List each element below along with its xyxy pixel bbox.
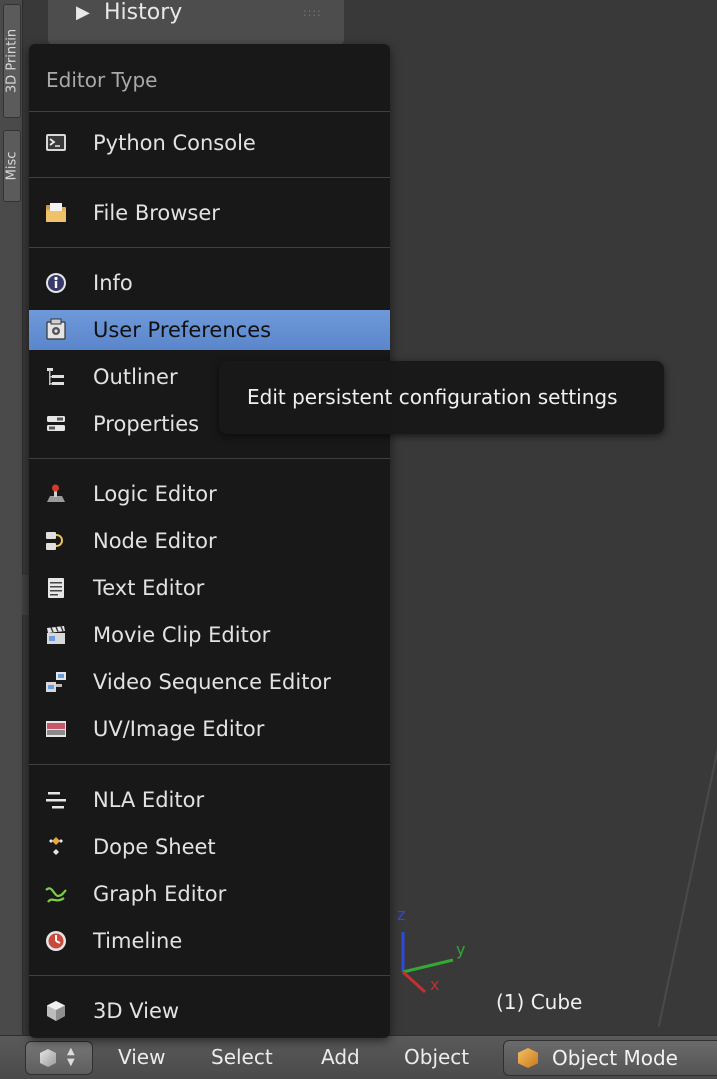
- select-menu[interactable]: Select: [211, 1041, 273, 1073]
- menu-item-label: Graph Editor: [93, 882, 227, 906]
- properties-icon: [47, 416, 65, 431]
- menu-item-dope-sheet[interactable]: Dope Sheet: [29, 827, 390, 867]
- menu-item-label: File Browser: [93, 201, 220, 225]
- menu-title: Editor Type: [46, 68, 158, 92]
- user-preferences-icon: [46, 318, 66, 340]
- menu-item-label: Properties: [93, 412, 200, 436]
- add-menu[interactable]: Add: [321, 1041, 360, 1073]
- expand-triangle-icon[interactable]: ▶: [76, 2, 90, 23]
- movie-clip-editor-icon: [47, 626, 65, 644]
- menu-separator: [29, 177, 390, 178]
- menu-separator: [29, 458, 390, 459]
- object-mode-label: Object Mode: [552, 1046, 678, 1070]
- editor-type-menu: Editor Type Python Console File Browser: [29, 44, 390, 1038]
- nla-editor-icon: [46, 792, 66, 809]
- menu-item-label: User Preferences: [93, 318, 272, 342]
- menu-item-timeline[interactable]: Timeline: [29, 921, 390, 961]
- video-sequence-editor-icon: [46, 672, 66, 692]
- view-menu[interactable]: View: [118, 1041, 165, 1073]
- menu-item-label: Text Editor: [93, 576, 205, 600]
- y-axis-label: y: [456, 940, 466, 959]
- history-panel-title: History: [104, 0, 183, 25]
- menu-separator: [29, 111, 390, 112]
- menu-item-label: UV/Image Editor: [93, 717, 265, 741]
- chevron-up-down-icon: ▲ ▼: [67, 1046, 75, 1068]
- object-menu[interactable]: Object: [404, 1041, 469, 1073]
- menu-item-label: Timeline: [93, 929, 183, 953]
- menu-item-text-editor[interactable]: Text Editor: [29, 568, 390, 608]
- tab-misc-label: Misc: [4, 151, 20, 181]
- dope-sheet-icon: [49, 837, 63, 855]
- uv-image-editor-icon: [46, 721, 66, 737]
- menu-item-label: Info: [93, 271, 133, 295]
- menu-item-label: Movie Clip Editor: [93, 623, 271, 647]
- tab-misc[interactable]: Misc: [3, 130, 21, 202]
- 3d-view-icon: [47, 1001, 65, 1021]
- history-panel-header[interactable]: ▶ History ::::: [48, 0, 344, 44]
- menu-separator: [29, 975, 390, 976]
- menu-item-label: Node Editor: [93, 529, 217, 553]
- viewport-header: ▲ ▼ View Select Add Object Object Mode: [0, 1035, 717, 1079]
- object-mode-icon: [518, 1048, 538, 1068]
- menu-item-label: Python Console: [93, 131, 256, 155]
- menu-item-movie-clip-editor[interactable]: Movie Clip Editor: [29, 615, 390, 655]
- tab-3d-printing-label: 3D Printin: [4, 28, 20, 94]
- menu-item-python-console[interactable]: Python Console: [29, 123, 390, 163]
- menu-item-nla-editor[interactable]: NLA Editor: [29, 780, 390, 820]
- timeline-icon: [46, 931, 66, 951]
- menu-separator: [29, 764, 390, 765]
- menu-item-user-preferences[interactable]: User Preferences: [29, 310, 390, 350]
- menu-item-label: 3D View: [93, 999, 180, 1023]
- grid-line: [657, 723, 717, 1027]
- node-editor-icon: [46, 532, 63, 550]
- menu-item-label: Dope Sheet: [93, 835, 216, 859]
- menu-separator: [29, 247, 390, 248]
- menu-item-label: Logic Editor: [93, 482, 217, 506]
- x-axis-label: x: [430, 975, 440, 994]
- drag-grip-icon[interactable]: ::::: [303, 6, 322, 19]
- logic-editor-icon: [47, 484, 65, 502]
- graph-editor-icon: [45, 887, 67, 903]
- menu-item-file-browser[interactable]: File Browser: [29, 193, 390, 233]
- menu-item-logic-editor[interactable]: Logic Editor: [29, 474, 390, 514]
- text-editor-icon: [48, 578, 64, 598]
- menu-item-video-sequence-editor[interactable]: Video Sequence Editor: [29, 662, 390, 702]
- object-mode-dropdown[interactable]: Object Mode: [503, 1040, 717, 1076]
- editor-type-button[interactable]: ▲ ▼: [25, 1041, 93, 1075]
- z-axis-label: z: [397, 905, 406, 924]
- python-console-icon: [46, 134, 66, 151]
- y-axis-line: [402, 958, 454, 974]
- tab-3d-printing[interactable]: 3D Printin: [3, 4, 21, 118]
- menu-item-info[interactable]: Info: [29, 263, 390, 303]
- active-object-label: (1) Cube: [496, 990, 583, 1014]
- menu-item-graph-editor[interactable]: Graph Editor: [29, 874, 390, 914]
- tooltip: Edit persistent configuration settings: [219, 361, 664, 434]
- info-icon: [46, 273, 66, 293]
- menu-item-uv-image-editor[interactable]: UV/Image Editor: [29, 709, 390, 749]
- menu-item-label: Video Sequence Editor: [93, 670, 331, 694]
- menu-item-label: NLA Editor: [93, 788, 205, 812]
- file-browser-icon: [46, 203, 66, 222]
- x-axis-line: [401, 970, 427, 994]
- tooltip-text: Edit persistent configuration settings: [247, 385, 618, 409]
- menu-item-3d-view[interactable]: 3D View: [29, 991, 390, 1031]
- tool-shelf-strip: 3D Printin Misc: [0, 0, 23, 1035]
- outliner-icon: [47, 368, 64, 385]
- menu-item-node-editor[interactable]: Node Editor: [29, 521, 390, 561]
- menu-item-label: Outliner: [93, 365, 178, 389]
- 3d-view-icon: [40, 1049, 56, 1067]
